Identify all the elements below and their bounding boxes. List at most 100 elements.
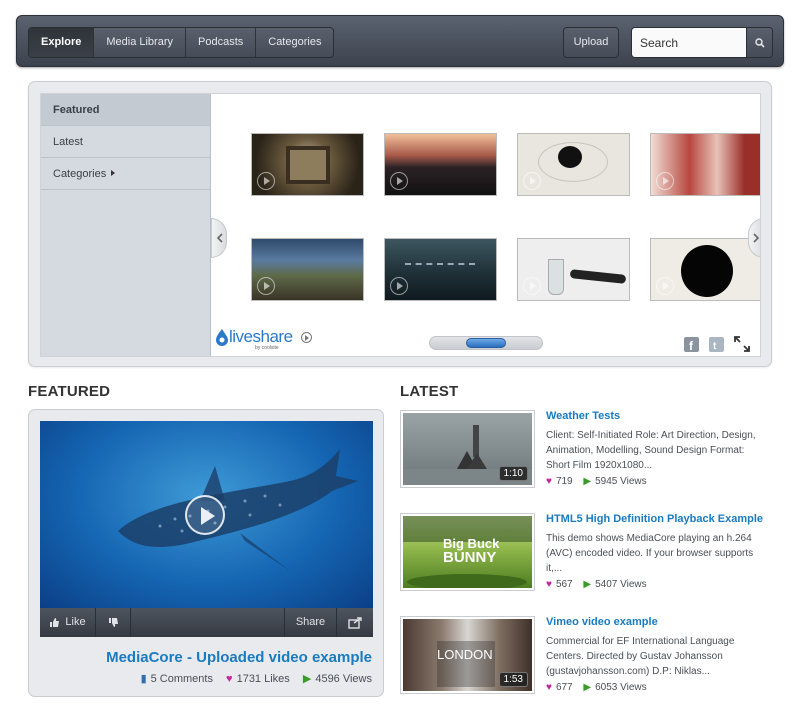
featured-stats: ▮ 5 Comments ♥ 1731 Likes ▶ 4596 Views (29, 672, 372, 685)
video-thumbnail[interactable] (650, 238, 760, 301)
share-button[interactable]: Share (285, 608, 337, 637)
latest-item-description: Commercial for EF International Language… (546, 636, 735, 677)
likes-count: 1731 Likes (236, 673, 290, 685)
views-count: 4596 Views (315, 673, 372, 685)
liveshare-logo[interactable]: liveshare by coolsite (215, 327, 312, 351)
latest-item-description: Client: Self-Initiated Role: Art Directi… (546, 430, 756, 471)
thumbs-up-icon (50, 618, 60, 627)
menu-item-label: Latest (53, 136, 83, 148)
search-icon (754, 37, 765, 48)
latest-item-title[interactable]: HTML5 High Definition Playback Example (546, 513, 763, 525)
featured-card: Like Share MediaCore - Uploaded video ex… (28, 409, 384, 697)
svg-text:f: f (689, 339, 694, 352)
latest-thumbnail[interactable]: 1:10 (400, 410, 535, 488)
likes-stat: ♥ 1731 Likes (226, 673, 290, 685)
video-thumbnail[interactable] (384, 133, 497, 196)
video-thumbnail[interactable] (517, 238, 630, 301)
caret-right-icon (111, 170, 116, 176)
heart-icon: ♥ (226, 673, 233, 685)
scrollbar-thumb[interactable] (466, 338, 506, 348)
latest-item-title[interactable]: Vimeo video example (546, 616, 658, 628)
liveshare-next-icon[interactable] (300, 331, 312, 343)
video-thumbnail[interactable] (384, 238, 497, 301)
share-label: Share (295, 616, 326, 628)
play-icon (656, 172, 674, 190)
video-thumbnail[interactable] (251, 133, 364, 196)
carousel-scrollbar[interactable] (429, 336, 543, 350)
menu-item-categories[interactable]: Categories (41, 158, 210, 190)
facebook-icon[interactable]: f (684, 337, 699, 353)
popout-button[interactable] (337, 608, 373, 637)
video-thumbnail[interactable] (517, 133, 630, 196)
latest-heading: LATEST (400, 383, 459, 400)
latest-thumbnail[interactable]: Big Buck BUNNY (400, 513, 535, 591)
latest-item-stats: ♥ 567 ▶ 5407 Views (546, 579, 647, 590)
dislike-button[interactable] (96, 608, 131, 637)
play-icon (656, 277, 674, 295)
latest-item: Big Buck BUNNY HTML5 High Definition Pla… (400, 513, 770, 593)
tab-podcasts[interactable]: Podcasts (186, 28, 257, 57)
external-link-icon (348, 616, 362, 629)
latest-item-title[interactable]: Weather Tests (546, 410, 620, 422)
thumbnail-art (569, 269, 627, 284)
featured-video-player[interactable] (40, 421, 373, 608)
heart-icon: ♥ (546, 579, 552, 590)
liveshare-byline: by coolsite (255, 345, 279, 351)
widget-panel: Featured Latest Categories liveshare by … (40, 93, 761, 357)
video-action-bar: Like Share (40, 608, 373, 637)
likes-count: 677 (555, 682, 573, 693)
duration-badge: 1:53 (498, 672, 528, 687)
flame-icon (216, 329, 228, 346)
tab-categories[interactable]: Categories (256, 28, 333, 57)
action-bar-spacer (131, 608, 285, 637)
thumbnail-art (538, 142, 608, 182)
latest-item: LONDON 1:53 Vimeo video example Commerci… (400, 616, 770, 696)
tab-media-library[interactable]: Media Library (94, 28, 186, 57)
fullscreen-icon[interactable] (734, 336, 750, 352)
video-thumbnail[interactable] (650, 133, 760, 196)
thumbnail-art (681, 245, 733, 297)
featured-video-title[interactable]: MediaCore - Uploaded video example (29, 649, 372, 666)
play-button[interactable] (185, 495, 225, 535)
heart-icon: ♥ (546, 682, 552, 693)
nav-tabs: Explore Media Library Podcasts Categorie… (28, 27, 335, 58)
duration-badge: 1:10 (498, 466, 528, 481)
comments-count: 5 Comments (150, 673, 213, 685)
latest-item-stats: ♥ 719 ▶ 5945 Views (546, 476, 647, 487)
video-thumbnail[interactable] (251, 238, 364, 301)
thumbnail-art: Big Buck BUNNY (403, 516, 532, 588)
upload-button[interactable]: Upload (563, 27, 619, 58)
play-icon (390, 172, 408, 190)
latest-thumbnail[interactable]: LONDON 1:53 (400, 616, 535, 694)
featured-heading: FEATURED (28, 383, 111, 400)
comments-stat[interactable]: ▮ 5 Comments (141, 673, 213, 685)
menu-item-label: Featured (53, 104, 100, 116)
thumbnail-image: 1:10 (403, 413, 532, 485)
liveshare-brand: liveshare (229, 327, 293, 346)
play-icon (523, 172, 541, 190)
tab-explore[interactable]: Explore (29, 28, 95, 57)
search-box (631, 27, 773, 58)
search-input[interactable] (632, 28, 746, 57)
views-count: 5945 Views (595, 476, 647, 487)
play-count-icon: ▶ (583, 579, 592, 590)
play-icon (390, 277, 408, 295)
menu-item-latest[interactable]: Latest (41, 126, 210, 158)
likes-count: 719 (555, 476, 573, 487)
latest-item-stats: ♥ 677 ▶ 6053 Views (546, 682, 647, 693)
chevron-right-icon (752, 233, 759, 243)
comment-icon: ▮ (140, 673, 147, 685)
menu-item-featured[interactable]: Featured (41, 94, 210, 126)
thumbnail-image: Big Buck BUNNY (403, 516, 532, 588)
carousel-prev-button[interactable] (211, 218, 227, 258)
play-count-icon: ▶ (583, 476, 592, 487)
like-button[interactable]: Like (40, 608, 96, 637)
twitter-icon[interactable]: t (709, 337, 724, 352)
likes-count: 567 (555, 579, 573, 590)
svg-text:t: t (713, 341, 717, 352)
play-count-icon: ▶ (583, 682, 592, 693)
search-button[interactable] (746, 28, 772, 57)
top-nav: Explore Media Library Podcasts Categorie… (16, 15, 784, 67)
play-icon (257, 277, 275, 295)
menu-item-label: Categories (53, 168, 107, 180)
